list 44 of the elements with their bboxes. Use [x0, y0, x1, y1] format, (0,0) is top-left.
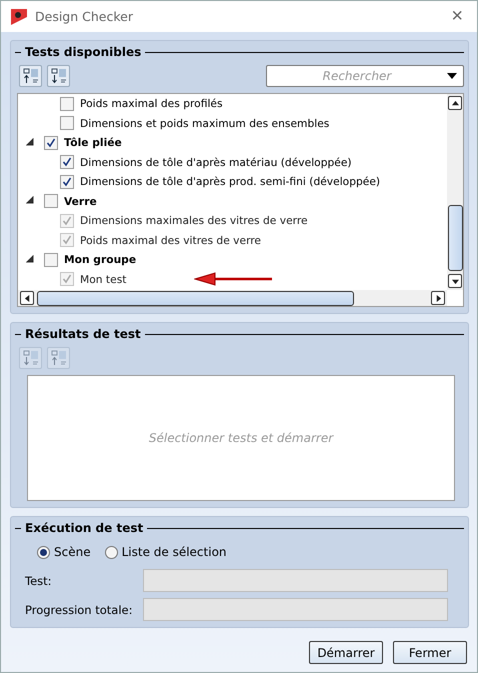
test-label: Dimensions et poids maximum des ensembles [80, 116, 330, 130]
test-label: Poids maximal des profilés [80, 97, 223, 110]
scroll-down-button[interactable] [448, 274, 462, 288]
dialog-button[interactable]: Fermer [393, 641, 467, 664]
empty-hint: Sélectionner tests et démarrer [148, 431, 334, 445]
test-label: Mon test [80, 272, 126, 286]
field-label: Progression totale: [25, 602, 134, 616]
checkbox[interactable] [60, 174, 74, 189]
checkbox[interactable] [44, 252, 58, 267]
group-label: Tôle pliée [64, 136, 122, 150]
checkbox[interactable] [60, 96, 74, 111]
checkbox[interactable] [44, 136, 58, 150]
checkbox[interactable] [60, 116, 74, 130]
field-label: Test: [25, 574, 53, 588]
scroll-up-button[interactable] [448, 96, 462, 110]
window-title: Design Checker [35, 9, 134, 24]
down-arrow-icon[interactable] [452, 278, 458, 284]
search-combobox[interactable]: Rechercher [266, 65, 464, 87]
dropdown-icon[interactable] [447, 73, 457, 79]
left-arrow-icon[interactable] [24, 294, 30, 302]
scroll-right-button[interactable] [431, 291, 445, 305]
vertical-scrollbar[interactable] [447, 94, 463, 290]
scroll-left-button[interactable] [20, 291, 34, 305]
scope-radio[interactable]: Liste de sélection [104, 545, 227, 559]
checkbox[interactable] [60, 155, 74, 170]
checkbox[interactable] [44, 194, 58, 208]
test-label: Dimensions de tôle d'après prod. semi-fini (développée) [80, 175, 380, 188]
test-label: Dimensions maximales des vitres de verre [80, 214, 308, 228]
right-arrow-icon[interactable] [434, 294, 442, 302]
tree-tool-button[interactable] [19, 65, 42, 87]
section-title: Tests disponibles [25, 45, 142, 59]
group-label: Mon groupe [64, 253, 136, 266]
scope-radio[interactable]: Scène [37, 545, 91, 559]
tree-tool-button[interactable] [47, 65, 70, 87]
up-arrow-icon[interactable] [452, 100, 458, 106]
test-label: Poids maximal des vitres de verre [80, 234, 262, 247]
dialog-button[interactable]: Démarrer [309, 641, 383, 664]
section-title: Exécution de test [25, 521, 144, 535]
horizontal-scrollbar[interactable] [18, 290, 447, 306]
section-title: Résultats de test [25, 327, 141, 341]
app-logo-icon [11, 8, 27, 24]
group-label: Verre [64, 194, 97, 208]
close-button[interactable]: × [447, 5, 467, 28]
test-label: Dimensions de tôle d'après matériau (développée) [80, 156, 352, 169]
